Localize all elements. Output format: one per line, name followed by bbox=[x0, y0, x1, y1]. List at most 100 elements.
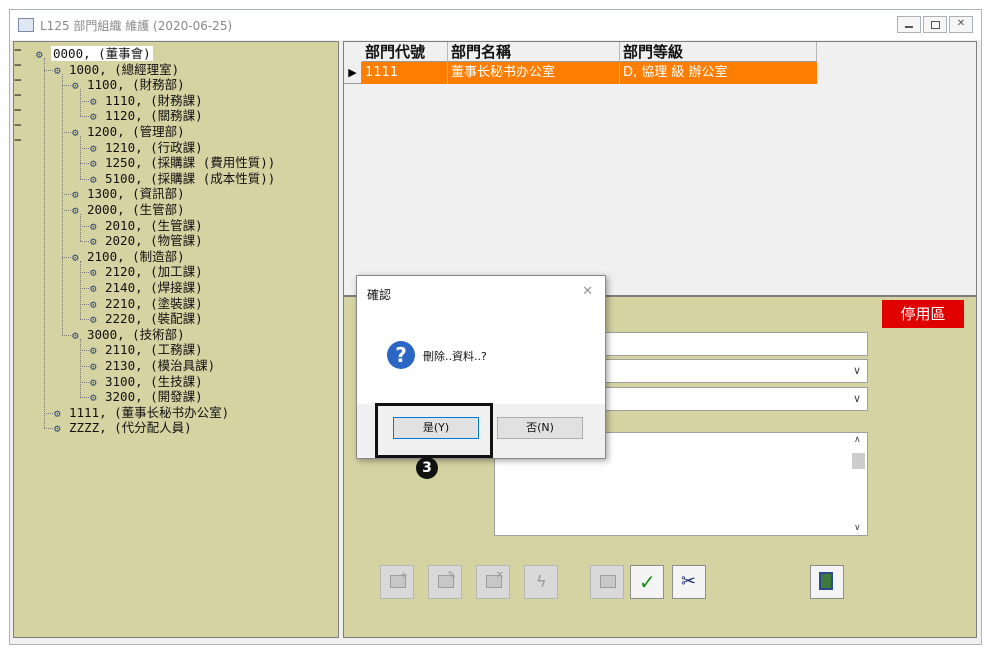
window-title: L125 部門組織 維護 (2020-06-25) bbox=[40, 19, 233, 33]
tree-node[interactable]: ⚙ 2110, (工務課) bbox=[90, 342, 203, 357]
tree-node[interactable]: ⚙ 1200, (管理部) bbox=[72, 124, 185, 139]
tree-connector bbox=[44, 412, 53, 414]
chevron-down-icon[interactable]: ∨ bbox=[853, 388, 861, 410]
query-button[interactable] bbox=[590, 565, 624, 599]
department-icon: ⚙ bbox=[90, 235, 97, 249]
department-tree[interactable]: ⚙ 0000, (董事會) − ⚙ 1000, (總經理室) − ⚙ 1100, (財務部) −… bbox=[13, 41, 339, 638]
scroll-down-icon[interactable]: ∨ bbox=[854, 523, 861, 533]
lightning-button[interactable]: ϟ bbox=[524, 565, 558, 599]
department-icon: ⚙ bbox=[72, 126, 79, 139]
tree-connector bbox=[62, 210, 71, 211]
tree-node[interactable]: ⚙ 2010, (生管課) bbox=[90, 218, 203, 233]
tree-guide bbox=[62, 73, 63, 335]
tree-node[interactable]: ⚙ 2210, (塗裝課) bbox=[90, 296, 203, 311]
question-icon: ? bbox=[387, 341, 415, 369]
tree-node-label: 1210, (行政課) bbox=[105, 139, 203, 155]
department-icon: ⚙ bbox=[90, 172, 97, 186]
col-header-level[interactable]: 部門等級 bbox=[620, 42, 817, 62]
col-header-name[interactable]: 部門名稱 bbox=[448, 42, 620, 62]
minimize-button[interactable] bbox=[897, 16, 921, 33]
title-bar: L125 部門組織 維護 (2020-06-25) ✕ bbox=[10, 10, 981, 40]
dialog-close-icon[interactable]: ✕ bbox=[582, 284, 593, 299]
memo-scrollbar[interactable]: ∧ ∨ bbox=[850, 433, 867, 535]
no-button[interactable]: 否(N) bbox=[497, 417, 583, 439]
department-icon: ⚙ bbox=[54, 406, 61, 420]
scroll-up-icon[interactable]: ∧ bbox=[854, 435, 861, 445]
tree-node[interactable]: ⚙ 0000, (董事會) bbox=[36, 46, 153, 61]
tree-node[interactable]: ⚙ 1120, (關務課) bbox=[90, 108, 203, 123]
tree-node[interactable]: ⚙ 1300, (資訊部) bbox=[72, 186, 185, 201]
scissors-icon: ✂ bbox=[681, 571, 697, 592]
department-icon: ⚙ bbox=[90, 297, 97, 311]
delete-button[interactable]: ✕ bbox=[476, 565, 510, 599]
tree-node-label: 1000, (總經理室) bbox=[69, 61, 180, 77]
tree-node[interactable]: ⚙ 2220, (裝配課) bbox=[90, 311, 203, 326]
exit-button[interactable] bbox=[810, 565, 844, 599]
department-icon: ⚙ bbox=[90, 313, 97, 327]
tree-connector bbox=[44, 428, 53, 430]
tree-node-label: 2220, (裝配課) bbox=[105, 311, 203, 327]
tree-node[interactable]: ⚙ 3000, (技術部) bbox=[72, 327, 185, 342]
tree-node[interactable]: ⚙ 2130, (模治具課) bbox=[90, 358, 215, 373]
tree-connector bbox=[80, 241, 89, 243]
tree-node[interactable]: ⚙ 2100, (制造部) bbox=[72, 249, 185, 264]
tree-node-label: ZZZZ, (代分配人員) bbox=[69, 420, 192, 436]
tree-guide bbox=[80, 338, 81, 398]
highlight-box bbox=[375, 403, 493, 458]
chevron-down-icon[interactable]: ∨ bbox=[853, 360, 861, 382]
tree-connector bbox=[62, 85, 71, 87]
department-icon: ⚙ bbox=[90, 391, 97, 405]
tree-connector bbox=[80, 225, 89, 227]
close-button[interactable]: ✕ bbox=[949, 16, 973, 33]
tree-connector bbox=[80, 178, 89, 180]
add-button[interactable]: + bbox=[380, 565, 414, 599]
tree-connector bbox=[80, 397, 89, 399]
tree-connector bbox=[80, 147, 89, 149]
tree-node[interactable]: ⚙ 5100, (採購課 (成本性質)) bbox=[90, 171, 275, 186]
tree-connector bbox=[62, 194, 71, 196]
tree-guide bbox=[80, 136, 81, 179]
tree-node[interactable]: ⚙ 1111, (董事长秘书办公室) bbox=[54, 405, 229, 420]
department-icon: ⚙ bbox=[72, 204, 79, 217]
scroll-thumb[interactable] bbox=[852, 453, 865, 469]
department-icon: ⚙ bbox=[72, 250, 79, 264]
tree-node[interactable]: ⚙ 2000, (生管部) bbox=[72, 202, 185, 217]
confirm-button[interactable]: ✓ bbox=[630, 565, 664, 599]
department-grid[interactable]: 部門代號 部門名稱 部門等級 ▶ 1111 董事长秘书办公室 D, 協理 級 辦… bbox=[343, 41, 977, 296]
tree-node[interactable]: ⚙ 1000, (總經理室) bbox=[54, 62, 179, 77]
tree-node[interactable]: ⚙ ZZZZ, (代分配人員) bbox=[54, 420, 192, 435]
disabled-area-badge: 停用區 bbox=[882, 300, 964, 328]
tree-node[interactable]: ⚙ 1100, (財務部) bbox=[72, 77, 185, 92]
tree-node-label: 3100, (生技課) bbox=[105, 373, 203, 389]
query-record-icon bbox=[600, 575, 616, 588]
tree-node[interactable]: ⚙ 2140, (焊接課) bbox=[90, 280, 203, 295]
tree-node[interactable]: ⚙ 3200, (開發課) bbox=[90, 389, 203, 404]
department-icon: ⚙ bbox=[72, 328, 79, 342]
col-header-code[interactable]: 部門代號 bbox=[362, 42, 448, 62]
lightning-icon: ϟ bbox=[536, 572, 547, 591]
org-root-icon: ⚙ bbox=[36, 48, 43, 61]
cancel-button[interactable]: ✂ bbox=[672, 565, 706, 599]
tree-connector bbox=[80, 100, 89, 102]
department-icon: ⚙ bbox=[90, 360, 97, 373]
edit-button[interactable]: ✎ bbox=[428, 565, 462, 599]
tree-node[interactable]: ⚙ 1210, (行政課) bbox=[90, 140, 203, 155]
tree-node-label: 2010, (生管課) bbox=[105, 217, 203, 233]
tree-node[interactable]: ⚙ 3100, (生技課) bbox=[90, 374, 203, 389]
department-icon: ⚙ bbox=[72, 188, 79, 202]
tree-node-label: 2120, (加工課) bbox=[105, 264, 203, 280]
department-icon: ⚙ bbox=[90, 219, 97, 233]
tree-node[interactable]: ⚙ 1250, (採購課 (費用性質)) bbox=[90, 155, 275, 170]
maximize-button[interactable] bbox=[923, 16, 947, 33]
tree-node[interactable]: ⚙ 2120, (加工課) bbox=[90, 264, 203, 279]
table-row[interactable]: 1111 董事长秘书办公室 D, 協理 級 辦公室 bbox=[362, 62, 817, 84]
tree-connector bbox=[80, 272, 89, 274]
tree-node[interactable]: ⚙ 1110, (財務課) bbox=[90, 93, 203, 108]
tree-guide bbox=[44, 58, 45, 429]
department-icon: ⚙ bbox=[90, 110, 97, 124]
dialog-message: 刪除..資料..? bbox=[423, 350, 487, 363]
tree-node[interactable]: ⚙ 2020, (物管課) bbox=[90, 233, 203, 248]
tree-node-label: 1200, (管理部) bbox=[87, 124, 185, 139]
window-controls: ✕ bbox=[895, 16, 973, 33]
tree-node-label: 2110, (工務課) bbox=[105, 342, 203, 358]
